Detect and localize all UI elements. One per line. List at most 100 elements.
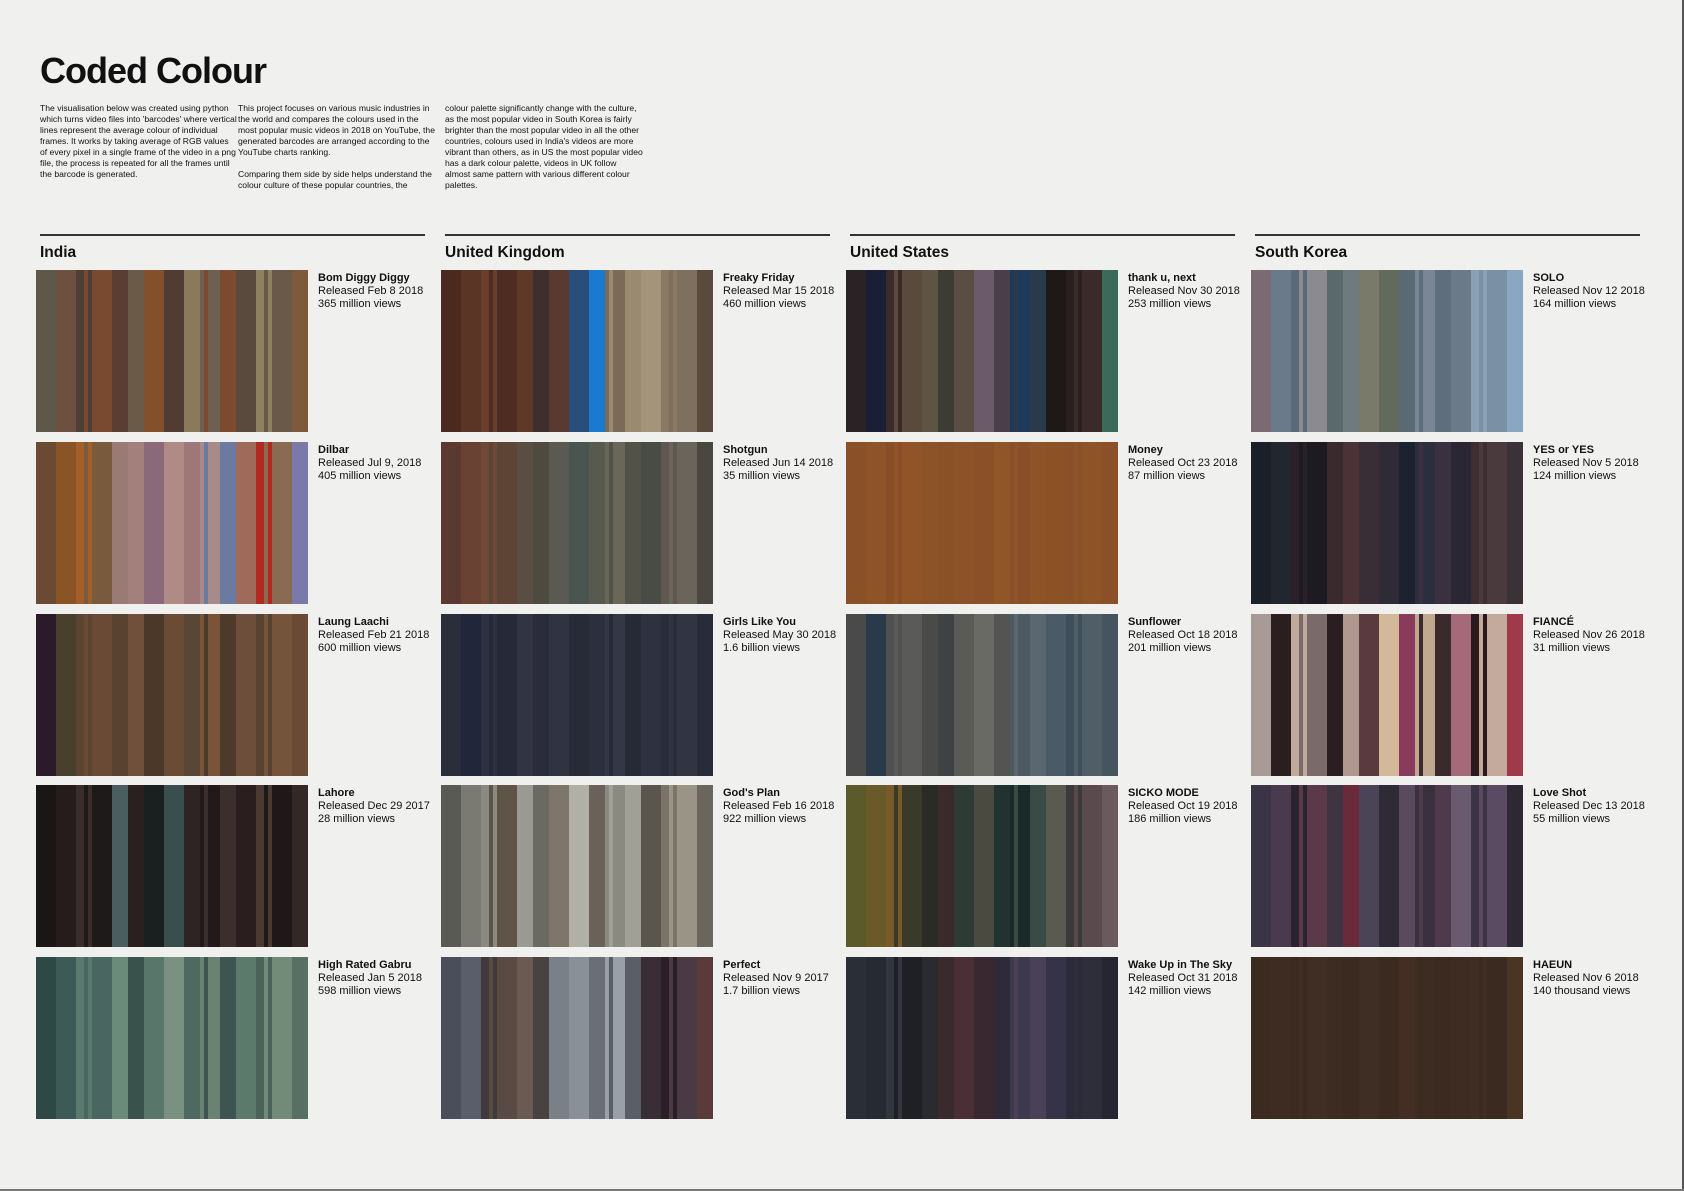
barcode-stripe bbox=[64, 270, 69, 432]
barcode-stripe bbox=[284, 957, 289, 1119]
barcode-stripe bbox=[1347, 785, 1352, 947]
colour-barcode bbox=[1251, 785, 1523, 947]
barcode-stripe bbox=[457, 785, 462, 947]
song-info: Bom Diggy Diggy Released Feb 8 2018 365 mi… bbox=[318, 272, 423, 311]
barcode-stripe bbox=[613, 614, 618, 776]
barcode-stripe bbox=[84, 957, 89, 1119]
barcode-stripe bbox=[1443, 785, 1448, 947]
colour-barcode bbox=[1251, 270, 1523, 432]
barcode-stripe bbox=[128, 785, 133, 947]
barcode-stripe bbox=[152, 957, 157, 1119]
barcode-stripe bbox=[116, 957, 121, 1119]
barcode-stripe bbox=[994, 957, 999, 1119]
barcode-stripe bbox=[1459, 614, 1464, 776]
barcode-stripe bbox=[1086, 957, 1091, 1119]
barcode-stripe bbox=[569, 614, 574, 776]
barcode-stripe bbox=[192, 270, 197, 432]
barcode-stripe bbox=[621, 785, 626, 947]
barcode-stripe bbox=[56, 614, 61, 776]
barcode-stripe bbox=[934, 785, 939, 947]
barcode-stripe bbox=[1343, 957, 1348, 1119]
barcode-stripe bbox=[176, 957, 181, 1119]
barcode-stripe bbox=[1471, 957, 1476, 1119]
barcode-stripe bbox=[1479, 614, 1484, 776]
barcode-stripe bbox=[954, 785, 959, 947]
barcode-stripe bbox=[1339, 270, 1344, 432]
barcode-stripe bbox=[637, 957, 642, 1119]
barcode-stripe bbox=[1507, 442, 1512, 604]
barcode-stripe bbox=[72, 270, 77, 432]
barcode-stripe bbox=[296, 614, 301, 776]
barcode-stripe bbox=[577, 785, 582, 947]
barcode-stripe bbox=[577, 614, 582, 776]
barcode-stripe bbox=[292, 785, 297, 947]
barcode-stripe bbox=[1098, 614, 1103, 776]
barcode-stripe bbox=[188, 957, 193, 1119]
view-count: 1.7 billion views bbox=[723, 985, 801, 997]
barcode-stripe bbox=[84, 270, 89, 432]
barcode-stripe bbox=[1066, 957, 1071, 1119]
barcode-stripe bbox=[176, 785, 181, 947]
barcode-stripe bbox=[68, 957, 73, 1119]
barcode-stripe bbox=[673, 614, 678, 776]
country-title: United States bbox=[850, 244, 950, 261]
barcode-stripe bbox=[1267, 614, 1272, 776]
song-title: Girls Like You bbox=[723, 616, 796, 628]
barcode-stripe bbox=[132, 957, 137, 1119]
barcode-stripe bbox=[80, 785, 85, 947]
barcode-stripe bbox=[601, 270, 606, 432]
barcode-stripe bbox=[152, 442, 157, 604]
barcode-stripe bbox=[605, 957, 610, 1119]
release-date: Released Oct 23 2018 bbox=[1128, 457, 1238, 469]
song-title: HAEUN bbox=[1533, 959, 1573, 971]
barcode-stripe bbox=[172, 785, 177, 947]
barcode-stripe bbox=[665, 442, 670, 604]
country-column: South Korea SOLO Released Nov 12 2018 164 m… bbox=[1249, 234, 1654, 1134]
barcode-stripe bbox=[1283, 785, 1288, 947]
barcode-stripe bbox=[1455, 785, 1460, 947]
barcode-stripe bbox=[92, 442, 97, 604]
barcode-stripe bbox=[553, 270, 558, 432]
barcode-stripe bbox=[1259, 270, 1264, 432]
barcode-stripe bbox=[304, 270, 308, 432]
barcode-stripe bbox=[1090, 270, 1095, 432]
barcode-stripe bbox=[950, 270, 955, 432]
barcode-stripe bbox=[1319, 270, 1324, 432]
barcode-stripe bbox=[1259, 614, 1264, 776]
barcode-stripe bbox=[1483, 614, 1488, 776]
barcode-stripe bbox=[1351, 442, 1356, 604]
release-date: Released Oct 19 2018 bbox=[1128, 800, 1238, 812]
barcode-stripe bbox=[994, 614, 999, 776]
song-entry: thank u, next Released Nov 30 2018 253 mil… bbox=[846, 270, 1251, 432]
barcode-stripe bbox=[597, 442, 602, 604]
barcode-stripe bbox=[1263, 614, 1268, 776]
barcode-stripe bbox=[1106, 442, 1111, 604]
barcode-stripe bbox=[1443, 270, 1448, 432]
barcode-stripe bbox=[625, 270, 630, 432]
barcode-stripe bbox=[36, 614, 41, 776]
song-entry: Shotgun Released Jun 14 2018 35 million vi… bbox=[441, 442, 846, 604]
barcode-stripe bbox=[208, 614, 213, 776]
barcode-stripe bbox=[80, 270, 85, 432]
barcode-stripe bbox=[978, 957, 983, 1119]
barcode-stripe bbox=[1307, 957, 1312, 1119]
barcode-stripe bbox=[858, 442, 863, 604]
barcode-stripe bbox=[958, 957, 963, 1119]
barcode-stripe bbox=[1387, 957, 1392, 1119]
barcode-stripe bbox=[501, 442, 506, 604]
barcode-stripe bbox=[589, 270, 594, 432]
barcode-stripe bbox=[697, 957, 702, 1119]
barcode-stripe bbox=[537, 442, 542, 604]
barcode-stripe bbox=[1010, 957, 1015, 1119]
barcode-stripe bbox=[84, 785, 89, 947]
barcode-stripe bbox=[164, 614, 169, 776]
barcode-stripe bbox=[505, 270, 510, 432]
barcode-stripe bbox=[224, 270, 229, 432]
barcode-stripe bbox=[220, 614, 225, 776]
barcode-stripe bbox=[204, 614, 209, 776]
barcode-stripe bbox=[104, 785, 109, 947]
barcode-stripe bbox=[1431, 957, 1436, 1119]
barcode-stripe bbox=[268, 614, 273, 776]
barcode-stripe bbox=[645, 270, 650, 432]
barcode-stripe bbox=[100, 442, 105, 604]
